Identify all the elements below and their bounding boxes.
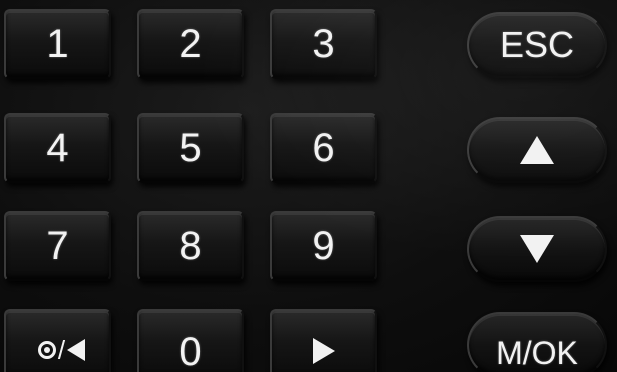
esc-button[interactable]: ESC [467,12,607,78]
keypad-panel: 1 2 3 ESC 4 5 6 7 8 9 / 0 M/OK [0,0,617,372]
left-triangle-icon [67,339,86,361]
key-label: 3 [312,22,335,66]
key-9[interactable]: 9 [270,211,377,281]
key-3[interactable]: 3 [270,9,377,79]
key-label: 5 [179,126,202,170]
combo-slash: / [57,335,66,365]
key-label: 7 [46,224,69,268]
key-label: 6 [312,126,335,170]
power-left-combo: / [37,335,86,365]
key-5[interactable]: 5 [137,113,244,183]
key-label: 4 [46,126,69,170]
esc-label: ESC [499,24,575,65]
key-6[interactable]: 6 [270,113,377,183]
key-0[interactable]: 0 [137,309,244,372]
key-1[interactable]: 1 [4,9,111,79]
up-button[interactable] [467,117,607,183]
circle-dot-icon [37,341,56,359]
key-2[interactable]: 2 [137,9,244,79]
up-triangle-icon [520,136,554,164]
key-7[interactable]: 7 [4,211,111,281]
key-label: 0 [179,330,202,372]
key-label: 1 [46,22,69,66]
down-button[interactable] [467,216,607,282]
key-label: 2 [179,22,202,66]
right-triangle-icon [312,338,335,364]
down-triangle-icon [520,235,554,263]
right-button[interactable] [270,309,377,372]
key-8[interactable]: 8 [137,211,244,281]
power-left-button[interactable]: / [4,309,111,372]
key-4[interactable]: 4 [4,113,111,183]
ok-label: M/OK [496,335,578,371]
menu-ok-button[interactable]: M/OK [467,312,607,372]
key-label: 9 [312,224,335,268]
key-label: 8 [179,224,202,268]
